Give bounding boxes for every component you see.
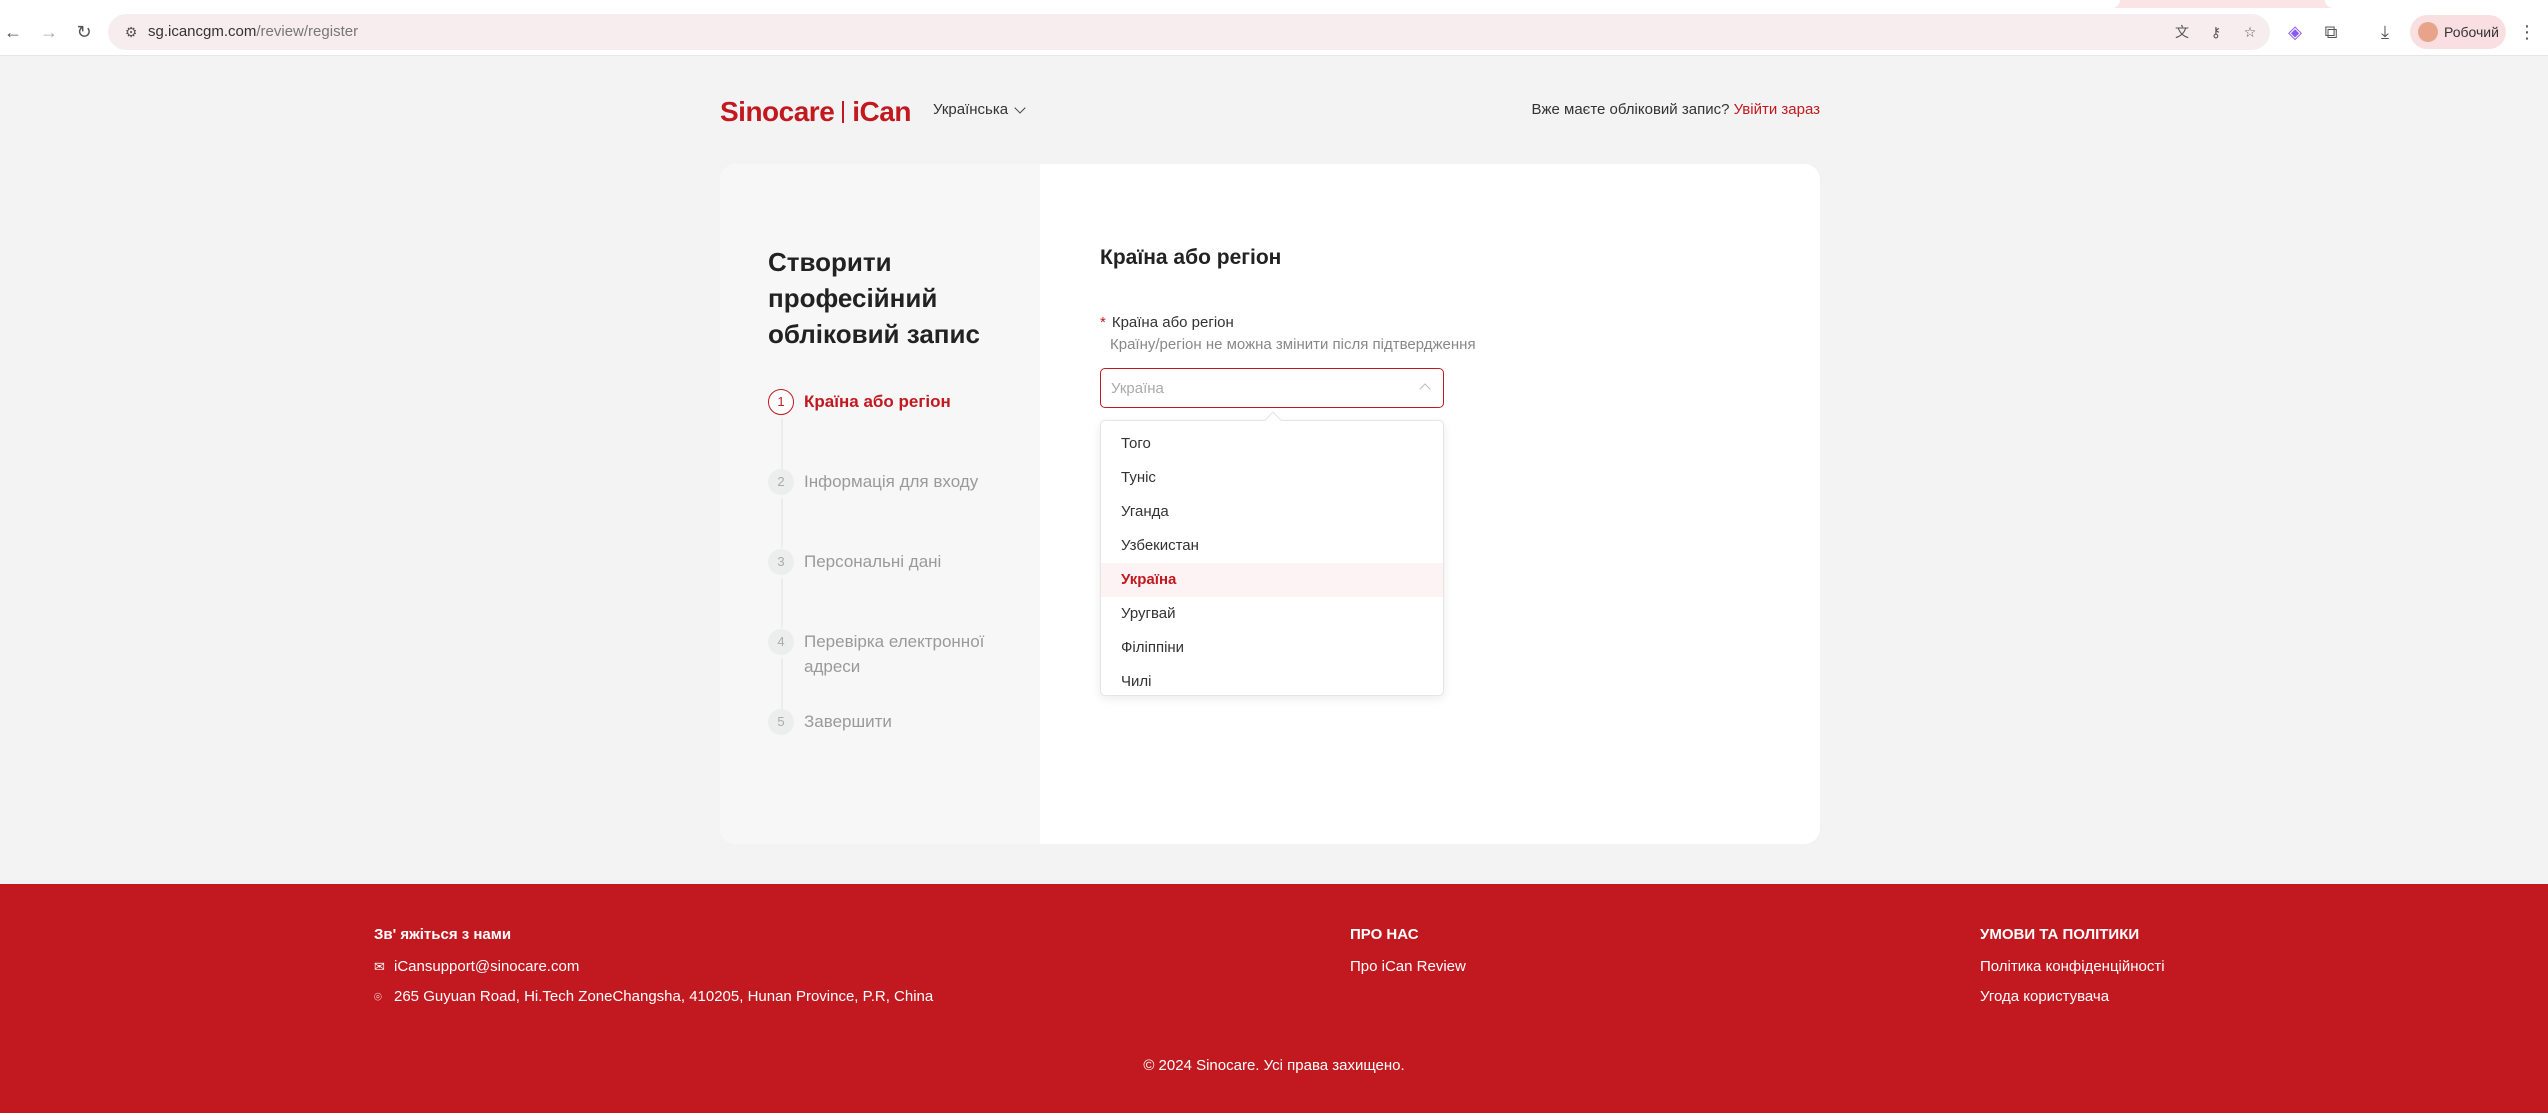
site-info-icon[interactable]: ⚙ — [122, 23, 140, 41]
email-text: iCansupport@sinocare.com — [394, 958, 580, 975]
logo-brand: Sinocare — [720, 96, 835, 127]
download-icon[interactable]: ⤓ — [2374, 21, 2396, 43]
step-number: 1 — [768, 389, 794, 415]
step-number: 3 — [768, 549, 794, 575]
country-option-selected[interactable]: Україна — [1101, 563, 1443, 597]
logo-divider — [842, 101, 845, 123]
required-mark: * — [1100, 314, 1106, 331]
step-number: 5 — [768, 709, 794, 735]
step-label: Завершити — [804, 712, 892, 731]
url-host: sg.icancgm.com — [148, 23, 257, 40]
tab-edge-right — [2325, 0, 2548, 8]
profile-button[interactable]: Робочий — [2410, 15, 2506, 49]
reload-icon[interactable]: ↻ — [73, 21, 95, 43]
page-title: Створити професійний обліковий запис — [768, 247, 980, 349]
browser-toolbar: ← → ↻ ⚙ sg.icancgm.com/review/register 文… — [0, 8, 2548, 56]
about-heading: ПРО НАС — [1350, 926, 1419, 943]
step-label: Персональні дані — [804, 552, 942, 571]
translate-icon[interactable]: 文 — [2172, 22, 2192, 42]
profile-label: Робочий — [2444, 24, 2499, 40]
chevron-down-icon — [1014, 101, 1026, 114]
country-field-hint: Країну/регіон не можна змінити після під… — [1110, 336, 1476, 353]
country-select[interactable]: Україна — [1100, 368, 1444, 408]
step-finish: 5 Завершити — [768, 709, 1004, 735]
contact-address: ⌾ 265 Guyuan Road, Hi.Tech ZoneChangsha, … — [374, 988, 933, 1005]
sinocare-ican-logo[interactable]: Sinocare iCan — [720, 94, 911, 130]
address-text: 265 Guyuan Road, Hi.Tech ZoneChangsha, 4… — [394, 988, 934, 1005]
country-option[interactable]: Туніс — [1101, 461, 1443, 495]
active-tab-edge — [0, 0, 2120, 8]
step-connector — [781, 498, 783, 548]
step-label: Країна або регіон — [804, 392, 951, 411]
address-bar[interactable]: ⚙ sg.icancgm.com/review/register 文 ⚷ ☆ — [108, 14, 2270, 50]
step-login-info: 2 Інформація для входу — [768, 469, 1004, 495]
step-country[interactable]: 1 Країна або регіон — [768, 389, 1004, 415]
about-link[interactable]: Про iCan Review — [1350, 958, 1466, 975]
mail-icon: ✉ — [374, 959, 385, 974]
step-label: Перевірка електронної адреси — [804, 632, 985, 676]
field-label-text: Країна або регіон — [1111, 314, 1234, 331]
step-connector — [781, 578, 783, 628]
language-selector[interactable]: Українська — [933, 101, 1026, 118]
steps-sidebar: Створити професійний обліковий запис 1 К… — [720, 164, 1040, 844]
privacy-policy-link[interactable]: Політика конфіденційності — [1980, 958, 2165, 975]
country-option[interactable]: Уганда — [1101, 495, 1443, 529]
country-option[interactable]: Того — [1101, 427, 1443, 461]
password-key-icon[interactable]: ⚷ — [2206, 22, 2226, 42]
step-personal-data: 3 Персональні дані — [768, 549, 1004, 575]
bookmark-star-icon[interactable]: ☆ — [2240, 22, 2260, 42]
terms-heading: УМОВИ ТА ПОЛІТИКИ — [1980, 926, 2140, 943]
contact-heading: Зв' яжіться з нами — [374, 926, 512, 943]
site-footer: Зв' яжіться з нами ✉ iCansupport@sinocare… — [0, 884, 2548, 1113]
location-pin-icon: ⌾ — [374, 989, 382, 1004]
have-account-text: Вже маєте обліковий запис? — [1531, 101, 1730, 118]
step-number: 2 — [768, 469, 794, 495]
user-agreement-link[interactable]: Угода користувача — [1980, 988, 2109, 1005]
back-icon[interactable]: ← — [2, 21, 24, 43]
login-link[interactable]: Увійти зараз — [1734, 101, 1820, 118]
extension-icon[interactable]: ◈ — [2284, 21, 2306, 43]
country-option[interactable]: Філіппіни — [1101, 631, 1443, 665]
extensions-puzzle-icon[interactable]: ⧉ — [2320, 21, 2342, 43]
step-number: 4 — [768, 629, 794, 655]
login-prompt: Вже маєте обліковий запис? Увійти зараз — [1531, 101, 1820, 118]
country-option[interactable]: Чилі — [1101, 665, 1443, 699]
step-email-verification: 4 Перевірка електронної адреси — [768, 629, 1004, 679]
browser-tab-strip — [0, 0, 2548, 8]
forward-icon[interactable]: → — [38, 21, 60, 43]
country-option[interactable]: Уругвай — [1101, 597, 1443, 631]
menu-kebab-icon[interactable]: ⋮ — [2516, 21, 2538, 43]
country-field-label: * Країна або регіон — [1100, 314, 1234, 331]
section-title: Країна або регіон — [1100, 246, 1282, 269]
language-label: Українська — [933, 101, 1009, 118]
avatar — [2418, 22, 2438, 42]
copyright: © 2024 Sinocare. Усі права захищено. — [1143, 1057, 1405, 1074]
logo-product: iCan — [852, 96, 911, 127]
contact-email[interactable]: ✉ iCansupport@sinocare.com — [374, 958, 579, 975]
select-placeholder: Україна — [1111, 380, 1164, 397]
chevron-up-icon — [1419, 383, 1431, 395]
url-path: /review/register — [256, 23, 359, 40]
step-label: Інформація для входу — [804, 472, 979, 491]
country-option[interactable]: Узбекистан — [1101, 529, 1443, 563]
country-dropdown[interactable]: Того Туніс Уганда Узбекистан Україна Уру… — [1100, 411, 1444, 699]
url-text[interactable]: sg.icancgm.com/review/register — [148, 23, 358, 40]
